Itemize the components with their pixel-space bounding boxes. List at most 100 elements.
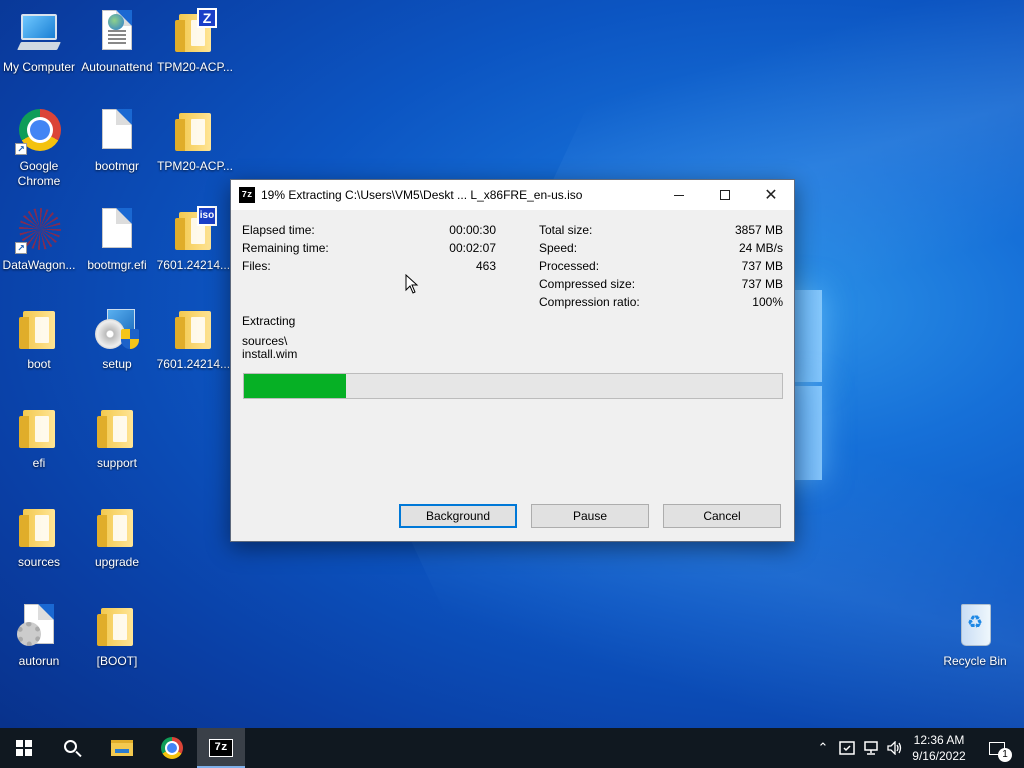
desktop-icon-label: boot <box>27 357 51 371</box>
desktop-icon-label: sources <box>17 555 61 569</box>
folder-icon <box>93 602 141 650</box>
stat-value: 737 MB <box>741 277 783 291</box>
zip-archive-icon: Z <box>171 8 219 56</box>
autorun-icon <box>15 602 63 650</box>
desktop-icon-label: TPM20-ACP... <box>157 159 233 173</box>
taskbar-clock[interactable]: 12:36 AM 9/16/2022 <box>904 732 974 764</box>
desktop-icon-label: Recycle Bin <box>943 654 1007 668</box>
desktop-icon-efi[interactable]: efi <box>0 404 78 471</box>
desktop-icon-autounattend[interactable]: Autounattend <box>78 8 156 75</box>
desktop-icon-bootmgr[interactable]: bootmgr <box>78 107 156 174</box>
network-icon <box>864 741 878 755</box>
desktop-icon-setup[interactable]: setup <box>78 305 156 372</box>
stat-value: 100% <box>752 295 783 309</box>
stat-label: Processed: <box>539 259 600 273</box>
desktop-icon-iso-folder[interactable]: 7601.24214.... <box>156 305 234 372</box>
file-icon <box>93 107 141 155</box>
start-button[interactable] <box>0 728 48 768</box>
maximize-button[interactable] <box>702 180 748 210</box>
current-path: sources\ <box>242 334 288 348</box>
folder-icon <box>171 107 219 155</box>
clock-date: 9/16/2022 <box>912 749 966 763</box>
tray-network[interactable] <box>860 728 882 768</box>
stat-label: Remaining time: <box>242 241 329 255</box>
stat-label: Total size: <box>539 223 593 237</box>
desktop-icon-label: Autounattend <box>81 60 153 74</box>
7zip-icon: 7z <box>209 739 233 757</box>
clock-time: 12:36 AM <box>913 733 965 747</box>
computer-icon <box>15 8 63 56</box>
desktop-icon-label: Google Chrome <box>17 159 61 188</box>
status-label: Extracting <box>242 314 296 328</box>
chrome-icon: ↗ <box>15 107 63 155</box>
desktop-icon-upgrade[interactable]: upgrade <box>78 503 156 570</box>
tray-security[interactable] <box>836 728 858 768</box>
search-icon <box>63 739 77 753</box>
desktop-icon-sources[interactable]: sources <box>0 503 78 570</box>
tray-volume[interactable] <box>884 728 906 768</box>
desktop-icon-label: bootmgr.efi <box>87 258 147 272</box>
stat-label: Speed: <box>539 241 578 255</box>
background-button[interactable]: Background <box>399 504 517 528</box>
close-button[interactable]: ✕ <box>748 180 794 210</box>
desktop-icon-label: [BOOT] <box>96 654 138 668</box>
minimize-button[interactable] <box>656 180 702 210</box>
folder-icon <box>171 305 219 353</box>
desktop-icon-datawagon[interactable]: ↗ DataWagon... <box>0 206 78 273</box>
stat-label: Compression ratio: <box>539 295 640 309</box>
current-file: install.wim <box>242 347 298 361</box>
7zip-icon: 7z <box>239 187 255 203</box>
desktop-icon-tpm20-archive[interactable]: Z TPM20-ACP... <box>156 8 234 75</box>
desktop-icon-label: autorun <box>18 654 60 668</box>
desktop-icon-label: My Computer <box>2 60 76 74</box>
minimize-icon <box>674 194 684 196</box>
desktop-icon-tpm20-folder[interactable]: TPM20-ACP... <box>156 107 234 174</box>
desktop-icon-label: 7601.24214.... <box>156 357 234 371</box>
desktop-icon-google-chrome[interactable]: ↗ Google Chrome <box>0 107 78 189</box>
desktop-icon-label: TPM20-ACP... <box>157 60 233 74</box>
desktop-icon-bootmgr-efi[interactable]: bootmgr.efi <box>78 206 156 273</box>
desktop-icon-support[interactable]: support <box>78 404 156 471</box>
desktop-icon-label: bootmgr <box>94 159 140 173</box>
taskbar-file-explorer[interactable] <box>98 728 146 768</box>
stat-value: 737 MB <box>741 259 783 273</box>
desktop-icon-boot[interactable]: boot <box>0 305 78 372</box>
pause-button[interactable]: Pause <box>531 504 649 528</box>
cancel-button[interactable]: Cancel <box>663 504 781 528</box>
iso-archive-icon: iso <box>171 206 219 254</box>
setup-icon <box>93 305 141 353</box>
desktop-icon-recycle-bin[interactable]: Recycle Bin <box>936 602 1014 669</box>
folder-icon <box>93 503 141 551</box>
desktop-icon-boot-bracket[interactable]: [BOOT] <box>78 602 156 669</box>
folder-icon <box>15 503 63 551</box>
desktop-icon-autorun[interactable]: autorun <box>0 602 78 669</box>
security-icon <box>839 741 855 755</box>
desktop-icon-label: 7601.24214.... <box>156 258 234 272</box>
search-button[interactable] <box>48 728 96 768</box>
desktop-icon-iso-archive[interactable]: iso 7601.24214.... <box>156 206 234 273</box>
desktop-icon-label: DataWagon... <box>2 258 76 272</box>
taskbar: 7z ⌃ 12:36 AM 9/16/2022 1 <box>0 728 1024 768</box>
dialog-title: 19% Extracting C:\Users\VM5\Deskt ... L_… <box>261 188 583 202</box>
stat-label: Compressed size: <box>539 277 636 291</box>
desktop-icon-label: efi <box>32 456 46 470</box>
taskbar-7zip[interactable]: 7z <box>197 728 245 768</box>
taskbar-chrome[interactable] <box>148 728 196 768</box>
maximize-icon <box>720 190 730 200</box>
dialog-titlebar[interactable]: 7z 19% Extracting C:\Users\VM5\Deskt ...… <box>231 180 794 210</box>
desktop-icon-label: upgrade <box>94 555 140 569</box>
stat-value: 463 <box>475 259 496 273</box>
chevron-up-icon: ⌃ <box>817 740 829 755</box>
desktop-icon-label: setup <box>102 357 132 371</box>
desktop-icon-my-computer[interactable]: My Computer <box>0 8 78 75</box>
xml-file-icon <box>93 8 141 56</box>
start-icon <box>16 740 32 756</box>
notification-count-badge: 1 <box>998 748 1012 762</box>
stat-value: 00:00:30 <box>449 223 496 237</box>
chrome-icon <box>161 737 183 759</box>
show-hidden-icons-button[interactable]: ⌃ <box>812 728 834 768</box>
progress-bar <box>243 373 783 399</box>
mouse-cursor-icon <box>405 274 419 294</box>
desktop-icon-label: support <box>96 456 138 470</box>
folder-icon <box>93 404 141 452</box>
